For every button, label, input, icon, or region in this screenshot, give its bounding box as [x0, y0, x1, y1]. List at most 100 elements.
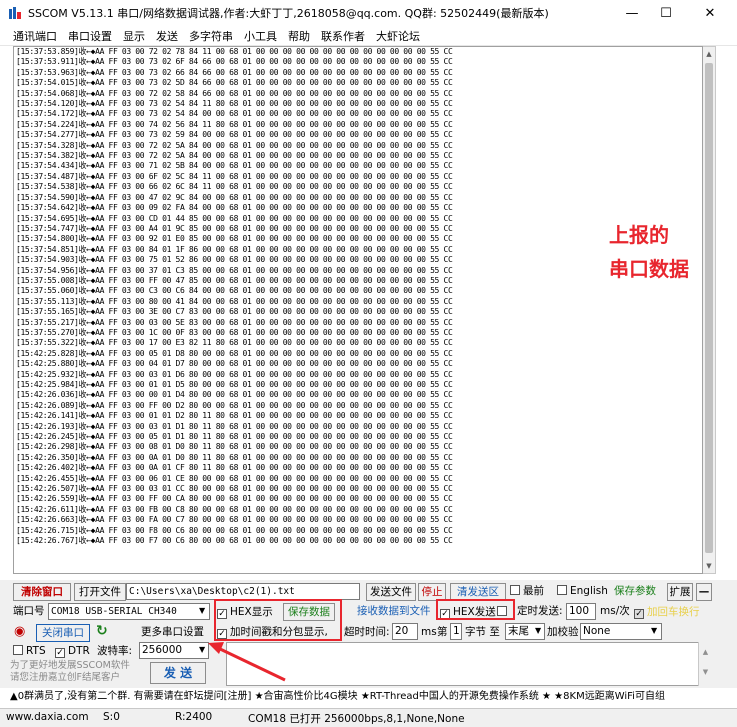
log-line: [15:37:54.015]收←◆AA FF 03 00 73 02 5D 84… [16, 78, 453, 88]
menu-item-4[interactable]: 多字符串 [189, 28, 233, 44]
log-line: [15:37:55.113]收←◆AA FF 03 00 80 00 41 84… [16, 296, 453, 306]
byte-label: 字节 至 [465, 626, 500, 638]
menu-item-6[interactable]: 帮助 [288, 28, 310, 44]
menu-bar: 通讯端口 串口设置 显示 发送 多字符串 小工具 帮助 联系作者 大虾论坛 [0, 26, 737, 46]
log-line: [15:37:54.120]收←◆AA FF 03 00 73 02 54 84… [16, 99, 453, 109]
receive-log[interactable]: [15:37:53.859]收←◆AA FF 03 00 72 02 78 84… [13, 46, 703, 574]
menu-item-0[interactable]: 通讯端口 [13, 28, 57, 44]
log-line: [15:42:25.932]收←◆AA FF 03 00 03 01 D6 80… [16, 369, 453, 379]
close-port-button[interactable]: 关闭串口 [36, 624, 90, 642]
menu-item-1[interactable]: 串口设置 [68, 28, 112, 44]
menu-item-3[interactable]: 发送 [156, 28, 178, 44]
menu-item-5[interactable]: 小工具 [244, 28, 277, 44]
dtr-checkbox[interactable]: ✓ DTR [55, 643, 90, 659]
highlight-hex-send [436, 599, 515, 620]
log-line: [15:37:54.328]收←◆AA FF 03 00 72 02 5A 84… [16, 140, 453, 150]
chevron-down-icon[interactable]: ▼ [199, 642, 205, 658]
clear-window-button[interactable]: 清除窗口 [13, 583, 71, 601]
log-line: [15:37:55.270]收←◆AA FF 03 00 1C 00 0F 83… [16, 327, 453, 337]
nth-input[interactable]: 1 [450, 623, 462, 640]
log-line: [15:37:54.434]收←◆AA FF 03 00 71 02 5B 84… [16, 161, 453, 171]
send-scrollbar[interactable]: ▲ ▼ [698, 642, 712, 686]
log-line: [15:37:54.956]收←◆AA FF 03 00 37 01 C3 85… [16, 265, 453, 275]
log-line: [15:37:54.903]收←◆AA FF 03 00 75 01 52 86… [16, 255, 453, 265]
log-line: [15:37:54.224]收←◆AA FF 03 00 74 02 56 84… [16, 119, 453, 129]
chevron-down-icon[interactable]: ▼ [199, 603, 205, 619]
more-settings-button[interactable]: 更多串口设置 [141, 624, 204, 640]
menu-item-8[interactable]: 大虾论坛 [376, 28, 420, 44]
status-bar: www.daxia.com S:0 R:2400 COM18 已打开 25600… [0, 708, 737, 727]
log-line: [15:42:25.880]收←◆AA FF 03 00 04 01 D7 80… [16, 359, 453, 369]
timed-send-label: 定时发送: [517, 605, 563, 617]
timed-send-input[interactable]: 100 [566, 603, 596, 620]
log-scrollbar[interactable]: ▲ ▼ [703, 46, 716, 574]
log-line: [15:37:54.172]收←◆AA FF 03 00 73 02 54 84… [16, 109, 453, 119]
checksum-select[interactable]: None [580, 623, 662, 640]
log-line: [15:37:54.382]收←◆AA FF 03 00 72 02 5A 84… [16, 151, 453, 161]
log-line: [15:37:54.590]收←◆AA FF 03 00 47 02 9C 84… [16, 192, 453, 202]
log-line: [15:42:26.559]收←◆AA FF 03 00 FF 00 CA 80… [16, 494, 453, 504]
status-url[interactable]: www.daxia.com [6, 711, 89, 723]
refresh-icon[interactable]: ↻ [96, 623, 108, 639]
ad-banner[interactable]: ▲0群满员了,没有第二个群. 有需要请在虾坛提问[注册] ★合宙高性价比4G模块… [10, 688, 722, 706]
scroll-up-icon[interactable]: ▲ [703, 47, 715, 61]
scroll-down-icon[interactable]: ▼ [703, 559, 715, 573]
log-line: [15:42:26.193]收←◆AA FF 03 00 03 01 D1 80… [16, 421, 453, 431]
log-line: [15:37:54.642]收←◆AA FF 03 00 09 02 FA 84… [16, 203, 453, 213]
log-line: [15:37:54.487]收←◆AA FF 03 00 6F 02 5C 84… [16, 171, 453, 181]
close-button[interactable]: ✕ [688, 0, 732, 26]
collapse-button[interactable]: — [696, 583, 712, 601]
timeout-unit: ms [421, 626, 437, 638]
log-line: [15:37:55.322]收←◆AA FF 03 00 17 00 E3 82… [16, 338, 453, 348]
checksum-label: 加校验 [547, 626, 579, 638]
status-received: R:2400 [175, 711, 213, 723]
baud-label: 波特率: [97, 645, 133, 657]
log-line: [15:42:26.402]收←◆AA FF 03 00 0A 01 CF 80… [16, 463, 453, 473]
port-select[interactable]: COM18 USB-SERIAL CH340 [48, 603, 210, 620]
maximize-button[interactable]: ☐ [644, 0, 688, 26]
log-line: [15:37:54.800]收←◆AA FF 03 00 92 01 E0 85… [16, 234, 453, 244]
scroll-thumb[interactable] [705, 63, 713, 553]
log-line: [15:42:26.663]收←◆AA FF 03 00 FA 00 C7 80… [16, 515, 453, 525]
send-file-button[interactable]: 发送文件 [366, 583, 416, 601]
status-port-state: COM18 已打开 256000bps,8,1,None,None [248, 713, 465, 725]
chevron-down-icon[interactable]: ▼ [535, 623, 541, 639]
log-line: [15:37:54.538]收←◆AA FF 03 00 66 02 6C 84… [16, 182, 453, 192]
nth-label: 第 [437, 626, 448, 638]
stay-on-top-checkbox[interactable]: 最前 [510, 583, 544, 599]
promo-text: 为了更好地发展SSCOM软件 请您注册嘉立创F结尾客户 [10, 660, 130, 683]
open-file-button[interactable]: 打开文件 [74, 583, 126, 601]
annotation-line-2: 串口数据 [609, 257, 689, 281]
timed-unit-label: ms/次 [600, 605, 630, 617]
menu-item-7[interactable]: 联系作者 [321, 28, 365, 44]
save-params-button[interactable]: 保存参数 [614, 583, 656, 599]
send-button[interactable]: 发 送 [150, 662, 206, 684]
log-line: [15:37:53.963]收←◆AA FF 03 00 73 02 66 84… [16, 67, 453, 77]
timeout-input[interactable]: 20 [392, 623, 418, 640]
log-line: [15:42:25.828]收←◆AA FF 03 00 05 01 D8 80… [16, 348, 453, 358]
log-line: [15:42:26.350]收←◆AA FF 03 00 0A 01 D0 80… [16, 452, 453, 462]
add-newline-checkbox[interactable]: ✓ 加回车换行 [634, 604, 700, 620]
checkbox-icon [557, 585, 567, 595]
english-checkbox[interactable]: English [557, 583, 608, 599]
log-line: [15:42:26.767]收←◆AA FF 03 00 F7 00 C6 80… [16, 536, 453, 546]
add-newline-label: 加回车换行 [647, 606, 700, 618]
log-line: [15:42:26.089]收←◆AA FF 03 00 FF 00 D2 80… [16, 400, 453, 410]
port-label: 端口号 [13, 605, 45, 617]
chevron-down-icon[interactable]: ▼ [651, 623, 657, 639]
log-line: [15:42:25.984]收←◆AA FF 03 00 01 01 D5 80… [16, 380, 453, 389]
menu-item-2[interactable]: 显示 [123, 28, 145, 44]
log-line: [15:37:54.068]收←◆AA FF 03 00 72 02 58 84… [16, 88, 453, 98]
send-text-area[interactable] [226, 642, 712, 686]
expand-button[interactable]: 扩展 [667, 583, 693, 601]
log-line: [15:42:26.245]收←◆AA FF 03 00 05 01 D1 80… [16, 432, 453, 442]
log-line: [15:42:26.455]收←◆AA FF 03 00 06 01 CE 80… [16, 473, 453, 483]
log-line: [15:42:26.507]收←◆AA FF 03 00 03 01 CC 80… [16, 484, 453, 494]
rts-checkbox[interactable]: RTS [13, 643, 46, 659]
log-line: [15:37:55.217]收←◆AA FF 03 00 03 00 5E 83… [16, 317, 453, 327]
receive-to-file-button[interactable]: 接收数据到文件 [357, 603, 431, 619]
record-icon: ◉ [14, 624, 26, 639]
log-line: [15:37:53.859]收←◆AA FF 03 00 72 02 78 84… [16, 47, 453, 56]
log-line: [15:42:26.298]收←◆AA FF 03 00 08 01 D0 80… [16, 442, 453, 452]
file-path-input[interactable]: C:\Users\xa\Desktop\c2(1).txt [126, 583, 360, 600]
